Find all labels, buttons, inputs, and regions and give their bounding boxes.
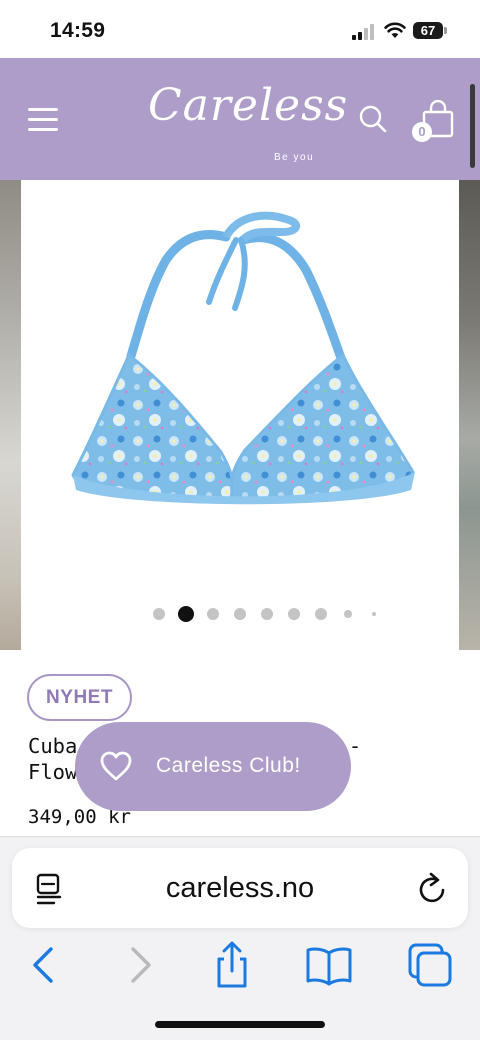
pagination-dot[interactable] [372, 612, 376, 616]
pagination-dot[interactable] [234, 608, 246, 620]
product-image[interactable] [21, 180, 459, 650]
pagination-dot[interactable] [288, 608, 300, 620]
menu-icon[interactable] [28, 106, 58, 132]
careless-club-label: Careless Club! [156, 754, 301, 777]
search-icon[interactable] [358, 104, 388, 134]
next-image-peek[interactable] [459, 180, 480, 650]
reload-icon[interactable] [416, 870, 450, 906]
new-badge: NYHET [27, 674, 132, 721]
status-time: 14:59 [50, 19, 106, 42]
bikini-top-illustration [71, 211, 415, 505]
tabs-icon[interactable] [406, 941, 454, 989]
product-gallery[interactable] [0, 180, 480, 650]
gallery-pagination[interactable] [150, 604, 390, 624]
back-icon[interactable] [20, 941, 68, 989]
pagination-dot[interactable] [153, 608, 165, 620]
url-text[interactable]: careless.no [12, 872, 468, 905]
pagination-dot[interactable] [261, 608, 273, 620]
logo-tagline: Be you [274, 152, 315, 163]
pagination-dot[interactable] [344, 610, 352, 618]
logo[interactable]: Careless Be you [148, 72, 349, 168]
pagination-dot[interactable] [315, 608, 327, 620]
cart-count-badge: 0 [412, 122, 432, 142]
battery-level: 67 [420, 23, 436, 38]
status-bar: 14:59 67 [0, 0, 480, 58]
logo-text: Careless [148, 80, 349, 131]
pagination-dot-active[interactable] [178, 606, 194, 622]
bookmarks-icon[interactable] [305, 941, 353, 989]
browser-toolbar: careless.no [0, 836, 480, 1040]
battery-icon: 67 [413, 22, 447, 39]
home-indicator[interactable] [155, 1021, 325, 1028]
forward-icon[interactable] [116, 941, 164, 989]
address-bar[interactable]: careless.no [12, 848, 468, 928]
pagination-dot[interactable] [207, 608, 219, 620]
heart-icon [100, 751, 132, 781]
signal-icon [352, 24, 374, 40]
site-header: Careless Be you 0 [0, 58, 480, 180]
scroll-indicator [470, 84, 475, 168]
careless-club-button[interactable]: Careless Club! [75, 722, 351, 811]
wifi-icon [384, 22, 406, 38]
share-icon[interactable] [208, 941, 256, 989]
previous-image-peek[interactable] [0, 180, 21, 650]
